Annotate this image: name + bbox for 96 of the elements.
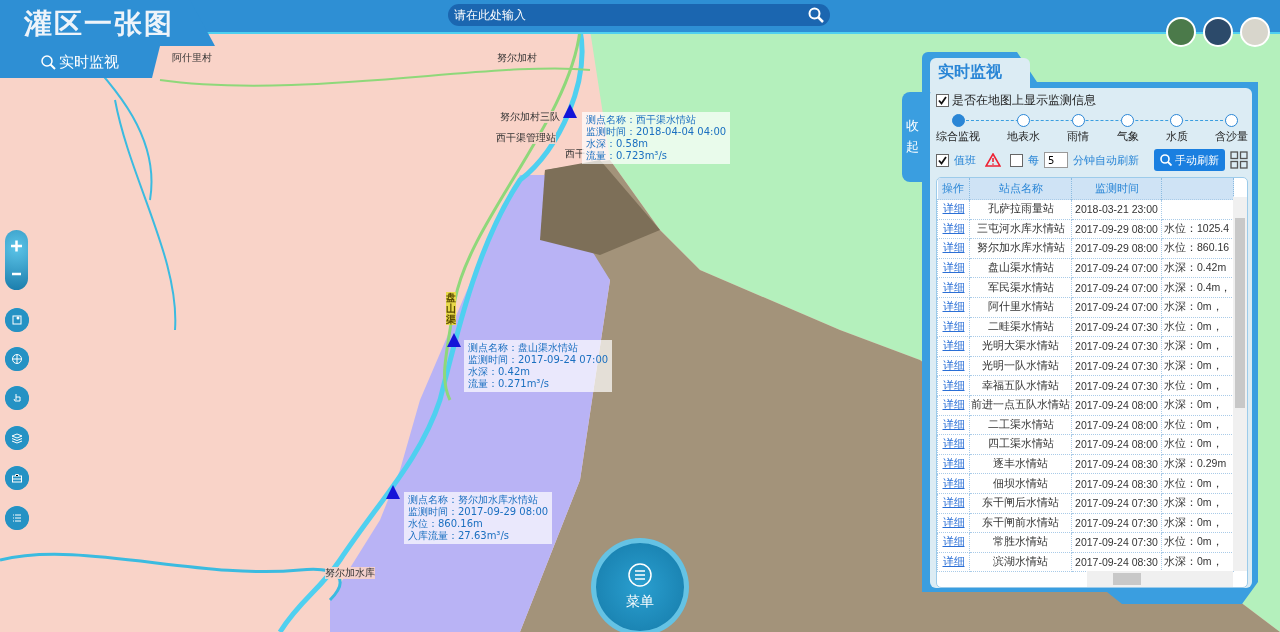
time-cell: 2017-09-24 07:30 — [1071, 336, 1162, 357]
search-icon[interactable] — [808, 7, 824, 23]
refresh-button[interactable]: 手动刷新 — [1154, 149, 1225, 171]
station-info-line: 流量：0.271m³/s — [468, 378, 550, 390]
time-cell: 2017-09-24 07:30 — [1071, 317, 1162, 337]
station-name-cell: 前进一点五队水情站 — [969, 395, 1072, 416]
station-marker-icon[interactable] — [386, 485, 400, 499]
map-label: 努尔加水库 — [325, 567, 375, 579]
station-info-line: 测点名称：西干渠水情站 — [586, 114, 697, 126]
step-dot[interactable] — [1170, 114, 1184, 127]
station-name-cell: 常胜水情站 — [969, 532, 1072, 553]
step-label[interactable]: 含沙量 — [1214, 129, 1248, 144]
interval-suffix: 分钟自动刷新 — [1073, 152, 1139, 168]
search-icon — [41, 54, 56, 70]
station-name-cell: 四工渠水情站 — [969, 434, 1072, 455]
checkbox[interactable] — [936, 153, 949, 167]
checkbox[interactable] — [936, 94, 949, 107]
station-info-line: 测点名称：盘山渠水情站 — [468, 342, 579, 354]
scrollbar-thumb[interactable] — [1113, 573, 1141, 585]
station-marker-icon[interactable] — [447, 333, 461, 347]
interval-prefix: 每 — [1028, 152, 1039, 168]
station-name-cell: 光明一队水情站 — [969, 356, 1072, 376]
map-label: 努尔加村 — [497, 52, 537, 64]
station-name-cell: 佃坝水情站 — [969, 473, 1072, 494]
station-info-line: 水位：860.16m — [408, 518, 484, 530]
checkbox-label: 是否在地图上显示监测信息 — [952, 92, 1096, 109]
station-info-line: 监测时间：2018-04-04 04:00 — [586, 126, 727, 138]
step-label[interactable]: 地表水 — [1007, 129, 1041, 144]
time-cell: 2017-09-24 07:00 — [1071, 277, 1162, 298]
time-cell: 2017-09-24 08:00 — [1071, 415, 1162, 435]
time-cell: 2017-09-24 08:00 — [1071, 395, 1162, 416]
interval-input[interactable]: 5 — [1044, 152, 1068, 168]
panel-title: 实时监视 — [938, 62, 1002, 83]
time-cell: 2018-03-21 23:00 — [1071, 199, 1162, 220]
station-name-cell: 东干闸后水情站 — [969, 493, 1072, 513]
time-cell: 2017-09-24 08:30 — [1071, 454, 1162, 474]
station-name-cell: 孔萨拉雨量站 — [969, 199, 1072, 220]
station-info-line: 流量：0.723m³/s — [586, 150, 668, 162]
station-info-line: 水深：0.58m — [586, 138, 649, 150]
station-name-cell: 东干闸前水情站 — [969, 513, 1072, 533]
station-name-cell: 幸福五队水情站 — [969, 375, 1072, 396]
time-cell: 2017-09-29 08:00 — [1071, 238, 1162, 259]
step-dot[interactable] — [1017, 114, 1031, 127]
station-name-cell: 光明大渠水情站 — [969, 336, 1072, 357]
step-label[interactable]: 气象 — [1116, 129, 1139, 144]
station-marker-icon[interactable] — [563, 104, 577, 118]
column-header: 操作 — [937, 178, 970, 200]
step-label[interactable]: 水质 — [1165, 129, 1188, 144]
app-title: 灌区一张图 — [0, 0, 215, 46]
map-label: 西干渠管理站 — [496, 132, 556, 144]
station-name-cell: 努尔加水库水情站 — [969, 238, 1072, 259]
station-name-cell: 二畦渠水情站 — [969, 317, 1072, 337]
station-info-line: 监测时间：2017-09-24 07:00 — [468, 354, 609, 366]
step-dot[interactable] — [1071, 114, 1085, 127]
station-info-line: 测点名称：努尔加水库水情站 — [408, 494, 539, 506]
map-label: 盘山渠 — [446, 292, 456, 325]
station-info-line: 监测时间：2017-09-29 08:00 — [408, 506, 549, 518]
station-name-cell: 二工渠水情站 — [969, 415, 1072, 435]
time-cell: 2017-09-24 08:30 — [1071, 473, 1162, 494]
checkbox[interactable] — [1010, 153, 1023, 167]
time-cell: 2017-09-24 07:30 — [1071, 493, 1162, 513]
step-dot[interactable] — [951, 114, 965, 127]
grid-icon[interactable] — [1230, 151, 1248, 169]
station-name-cell: 军民渠水情站 — [969, 277, 1072, 298]
scrollbar-thumb[interactable] — [1235, 218, 1245, 408]
station-name-cell: 盘山渠水情站 — [969, 258, 1072, 278]
time-cell: 2017-09-24 08:00 — [1071, 434, 1162, 455]
time-cell: 2017-09-24 07:00 — [1071, 258, 1162, 278]
station-info-line: 水深：0.42m — [468, 366, 531, 378]
time-cell: 2017-09-24 07:30 — [1071, 532, 1162, 553]
time-cell: 2017-09-29 08:00 — [1071, 219, 1162, 239]
time-cell: 2017-09-24 07:30 — [1071, 513, 1162, 533]
mode-tab[interactable]: 实时监视 — [0, 46, 160, 78]
menu-icon — [628, 563, 652, 587]
map-label: 努尔加村三队 — [500, 111, 560, 123]
collapse-tab[interactable]: 收起 — [902, 92, 922, 182]
step-label[interactable]: 雨情 — [1067, 129, 1090, 144]
station-name-cell: 逐丰水情站 — [969, 454, 1072, 474]
map-label: 西干 — [565, 148, 585, 160]
column-header: 监测时间 — [1071, 178, 1162, 200]
step-label[interactable]: 综合监视 — [936, 129, 980, 144]
station-name-cell: 阿什里水情站 — [969, 297, 1072, 318]
map-label: 阿什里村 — [172, 52, 212, 64]
step-dot[interactable] — [1224, 114, 1238, 127]
column-header: 站点名称 — [969, 178, 1072, 200]
time-cell: 2017-09-24 07:30 — [1071, 356, 1162, 376]
time-cell: 2017-09-24 07:00 — [1071, 297, 1162, 318]
warning-icon[interactable] — [985, 153, 1001, 167]
search-icon — [1160, 154, 1172, 166]
time-cell: 2017-09-24 07:30 — [1071, 375, 1162, 396]
step-dot[interactable] — [1121, 114, 1135, 127]
duty-label: 值班 — [954, 152, 976, 168]
station-info-line: 入库流量：27.63m³/s — [408, 530, 510, 542]
station-name-cell: 三屯河水库水情站 — [969, 219, 1072, 239]
search-field[interactable]: 请在此处输入 — [448, 4, 830, 26]
station-name-cell: 滨湖水情站 — [969, 552, 1072, 572]
